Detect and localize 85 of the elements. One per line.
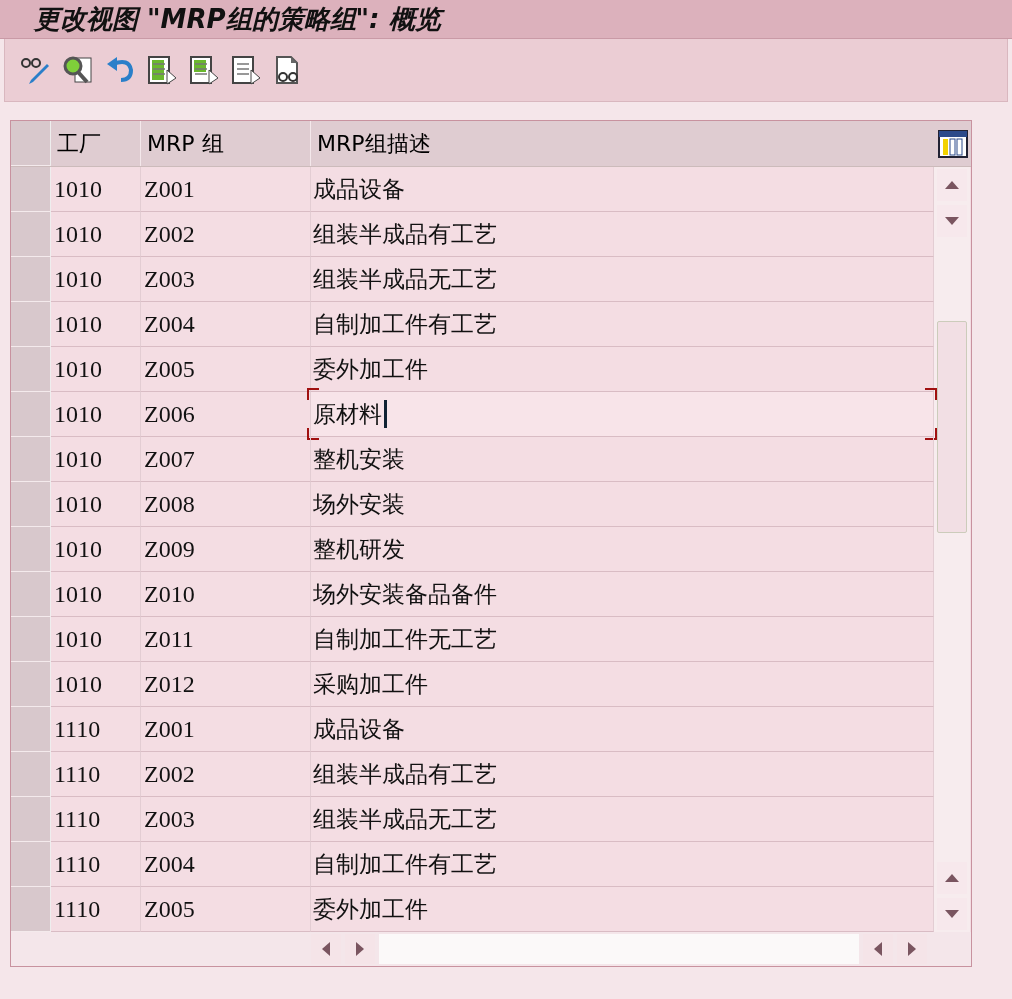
row-selector[interactable] bbox=[11, 707, 51, 752]
table-cell: Z008 bbox=[141, 482, 311, 527]
input-field[interactable]: 场外安装备品备件 bbox=[311, 572, 934, 617]
table-select-icon bbox=[229, 54, 263, 86]
table-cell: Z011 bbox=[141, 617, 311, 662]
input-field[interactable]: 成品设备 bbox=[311, 707, 934, 752]
table-cell: 1010 bbox=[51, 167, 141, 212]
table-cell: 1010 bbox=[51, 482, 141, 527]
left-arrow-icon bbox=[322, 942, 330, 956]
input-field[interactable]: 整机研发 bbox=[311, 527, 934, 572]
row-selector[interactable] bbox=[11, 392, 51, 437]
table-cell: Z001 bbox=[141, 707, 311, 752]
down-arrow-icon bbox=[945, 217, 959, 225]
up-arrow-icon bbox=[945, 181, 959, 189]
row-selector[interactable] bbox=[11, 257, 51, 302]
right-arrow-icon bbox=[356, 942, 364, 956]
scroll-down-button[interactable] bbox=[937, 205, 967, 237]
scroll-down-button[interactable] bbox=[937, 898, 967, 930]
left-arrow-icon bbox=[874, 942, 882, 956]
row-selector[interactable] bbox=[11, 572, 51, 617]
column-header[interactable]: MRP组描述 bbox=[311, 121, 934, 166]
table-cell: Z012 bbox=[141, 662, 311, 707]
input-field[interactable]: 采购加工件 bbox=[311, 662, 934, 707]
row-selector[interactable] bbox=[11, 527, 51, 572]
input-field[interactable]: 成品设备 bbox=[311, 167, 934, 212]
input-field[interactable]: 场外安装 bbox=[311, 482, 934, 527]
row-selector[interactable] bbox=[11, 842, 51, 887]
table-cell: 1010 bbox=[51, 302, 141, 347]
table-cell: Z003 bbox=[141, 797, 311, 842]
row-selector[interactable] bbox=[11, 212, 51, 257]
column-header[interactable]: MRP 组 bbox=[141, 121, 311, 166]
table-cell: Z002 bbox=[141, 212, 311, 257]
table-cell: 1110 bbox=[51, 797, 141, 842]
scroll-up-button[interactable] bbox=[937, 169, 967, 201]
table-cell: 1010 bbox=[51, 617, 141, 662]
input-field[interactable]: 组装半成品无工艺 bbox=[311, 797, 934, 842]
row-selector[interactable] bbox=[11, 662, 51, 707]
scroll-up-button[interactable] bbox=[937, 862, 967, 894]
column-layout-icon[interactable] bbox=[937, 129, 968, 158]
row-selector[interactable] bbox=[11, 167, 51, 212]
table-cell: Z001 bbox=[141, 167, 311, 212]
row-selector[interactable] bbox=[11, 482, 51, 527]
input-field[interactable]: 组装半成品无工艺 bbox=[311, 257, 934, 302]
row-selector[interactable] bbox=[11, 797, 51, 842]
table-cell: Z009 bbox=[141, 527, 311, 572]
input-field[interactable]: 组装半成品有工艺 bbox=[311, 212, 934, 257]
select-all-handle[interactable] bbox=[11, 121, 51, 166]
row-selector[interactable] bbox=[11, 347, 51, 392]
table-cell: 1010 bbox=[51, 347, 141, 392]
table-cell: 1010 bbox=[51, 572, 141, 617]
input-field[interactable]: 组装半成品有工艺 bbox=[311, 752, 934, 797]
table-cell: 1010 bbox=[51, 257, 141, 302]
table-cell: 1110 bbox=[51, 707, 141, 752]
table-cell: 1010 bbox=[51, 212, 141, 257]
row-selector[interactable] bbox=[11, 437, 51, 482]
table-cell: Z010 bbox=[141, 572, 311, 617]
input-field[interactable]: 整机安装 bbox=[311, 437, 934, 482]
down-arrow-icon bbox=[945, 910, 959, 918]
table-cell: 1010 bbox=[51, 437, 141, 482]
table-cell: 1010 bbox=[51, 527, 141, 572]
column-header[interactable]: 工厂 bbox=[51, 121, 141, 166]
table-cell: Z003 bbox=[141, 257, 311, 302]
table-cell: 1110 bbox=[51, 842, 141, 887]
table-cell: Z004 bbox=[141, 302, 311, 347]
row-selector[interactable] bbox=[11, 752, 51, 797]
scroll-thumb[interactable] bbox=[937, 321, 967, 533]
row-selector[interactable] bbox=[11, 887, 51, 932]
table-cell: Z005 bbox=[141, 347, 311, 392]
table-select-icon bbox=[145, 54, 179, 86]
input-field[interactable]: 自制加工件有工艺 bbox=[311, 842, 934, 887]
right-arrow-icon bbox=[908, 942, 916, 956]
table-select-icon bbox=[187, 54, 221, 86]
row-selector[interactable] bbox=[11, 617, 51, 662]
table-cell: 1010 bbox=[51, 392, 141, 437]
table-cell: Z004 bbox=[141, 842, 311, 887]
input-field[interactable]: 自制加工件有工艺 bbox=[311, 302, 934, 347]
table-cell: Z002 bbox=[141, 752, 311, 797]
row-selector[interactable] bbox=[11, 302, 51, 347]
input-field[interactable]: 自制加工件无工艺 bbox=[311, 617, 934, 662]
table-cell: 1010 bbox=[51, 662, 141, 707]
table-cell: 1110 bbox=[51, 752, 141, 797]
table-cell: Z007 bbox=[141, 437, 311, 482]
search-icon bbox=[61, 54, 95, 86]
vertical-scrollbar[interactable] bbox=[934, 167, 970, 932]
up-arrow-icon bbox=[945, 874, 959, 882]
